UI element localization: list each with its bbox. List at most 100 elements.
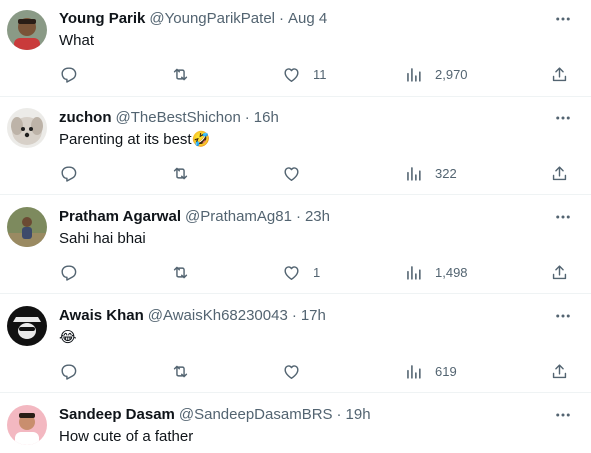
retweet-icon bbox=[173, 266, 188, 278]
avatar[interactable] bbox=[7, 405, 47, 445]
separator-dot: · bbox=[336, 406, 342, 423]
display-name[interactable]: Young Parik bbox=[59, 9, 145, 29]
tweet-reply[interactable]: Awais Khan @AwaisKh68230043 · 17h 😂 619 bbox=[0, 294, 591, 393]
more-icon bbox=[556, 116, 570, 120]
display-name[interactable]: Sandeep Dasam bbox=[59, 405, 175, 425]
retweet-icon bbox=[173, 167, 188, 179]
avatar-image bbox=[7, 207, 47, 247]
user-handle[interactable]: @TheBestShichon bbox=[116, 108, 241, 128]
user-handle[interactable]: @SandeepDasamBRS bbox=[179, 405, 333, 425]
share-icon bbox=[552, 66, 567, 81]
more-button[interactable] bbox=[551, 9, 575, 29]
like-count: 1 bbox=[313, 264, 321, 280]
display-name[interactable]: Awais Khan bbox=[59, 306, 144, 326]
share-button[interactable] bbox=[550, 162, 569, 184]
user-handle[interactable]: @AwaisKh68230043 bbox=[148, 306, 288, 326]
retweet-button[interactable] bbox=[171, 63, 190, 85]
share-button[interactable] bbox=[550, 261, 569, 283]
timestamp[interactable]: 23h bbox=[305, 207, 330, 227]
tweet-header: Pratham Agarwal @PrathamAg81 · 23h bbox=[59, 207, 330, 227]
tweet-text: What bbox=[59, 31, 94, 51]
reply-button[interactable] bbox=[59, 261, 78, 283]
view-count: 2,970 bbox=[435, 66, 468, 82]
timestamp[interactable]: 17h bbox=[301, 306, 326, 326]
tweet-reply[interactable]: Sandeep Dasam @SandeepDasamBRS · 19h How… bbox=[0, 393, 591, 453]
like-button[interactable]: 1 bbox=[282, 261, 320, 283]
action-bar: 1 1,498 bbox=[0, 261, 591, 283]
tweet-text: Parenting at its best🤣 bbox=[59, 130, 210, 150]
tweet-reply[interactable]: Young Parik @YoungParikPatel · Aug 4 Wha… bbox=[0, 0, 591, 97]
action-bar: 619 bbox=[0, 360, 591, 382]
like-icon bbox=[284, 166, 299, 181]
reply-button[interactable] bbox=[59, 63, 78, 85]
user-handle[interactable]: @PrathamAg81 bbox=[185, 207, 292, 227]
separator-dot: · bbox=[291, 307, 297, 324]
tweet-text-content: Sahi hai bhai bbox=[59, 230, 146, 247]
timestamp[interactable]: Aug 4 bbox=[288, 9, 327, 29]
tweet-header: Awais Khan @AwaisKh68230043 · 17h bbox=[59, 306, 326, 326]
views-button[interactable]: 2,970 bbox=[404, 63, 468, 85]
tweet-text-content: What bbox=[59, 32, 95, 49]
share-icon bbox=[552, 165, 567, 180]
timestamp[interactable]: 19h bbox=[346, 405, 371, 425]
avatar-image bbox=[7, 108, 47, 148]
tweet-text-content: Parenting at its best bbox=[59, 131, 192, 148]
tweet-reply[interactable]: zuchon @TheBestShichon · 16h Parenting a… bbox=[0, 97, 591, 195]
like-icon bbox=[284, 265, 299, 280]
views-icon bbox=[407, 166, 421, 181]
reply-icon bbox=[61, 165, 77, 182]
like-button[interactable]: 11 bbox=[282, 63, 327, 85]
retweet-icon bbox=[173, 365, 188, 377]
display-name[interactable]: zuchon bbox=[59, 108, 112, 128]
retweet-icon bbox=[173, 68, 188, 80]
action-bar: 11 2,970 bbox=[0, 63, 591, 85]
separator-dot: · bbox=[295, 208, 301, 225]
reply-feed: Young Parik @YoungParikPatel · Aug 4 Wha… bbox=[0, 0, 591, 453]
more-button[interactable] bbox=[551, 207, 575, 227]
action-bar: 322 bbox=[0, 162, 591, 184]
like-button[interactable] bbox=[282, 360, 301, 382]
tweet-text-content: How cute of a father bbox=[59, 428, 194, 445]
more-button[interactable] bbox=[551, 306, 575, 326]
avatar[interactable] bbox=[7, 10, 47, 50]
retweet-button[interactable] bbox=[171, 162, 190, 184]
timestamp[interactable]: 16h bbox=[254, 108, 279, 128]
display-name[interactable]: Pratham Agarwal bbox=[59, 207, 181, 227]
view-count: 619 bbox=[435, 363, 457, 379]
more-button[interactable] bbox=[551, 108, 575, 128]
reply-icon bbox=[61, 363, 77, 380]
avatar[interactable] bbox=[7, 207, 47, 247]
views-button[interactable]: 1,498 bbox=[404, 261, 468, 283]
avatar[interactable] bbox=[7, 306, 47, 346]
reply-icon bbox=[61, 66, 77, 83]
more-icon bbox=[556, 413, 570, 417]
tweet-reply[interactable]: Pratham Agarwal @PrathamAg81 · 23h Sahi … bbox=[0, 195, 591, 294]
emoji: 😂 bbox=[59, 329, 77, 346]
more-icon bbox=[556, 17, 570, 21]
like-button[interactable] bbox=[282, 162, 301, 184]
share-button[interactable] bbox=[550, 360, 569, 382]
views-icon bbox=[407, 67, 421, 82]
more-button[interactable] bbox=[551, 405, 575, 425]
share-button[interactable] bbox=[550, 63, 569, 85]
share-icon bbox=[552, 363, 567, 378]
avatar-image bbox=[7, 306, 47, 346]
reply-button[interactable] bbox=[59, 360, 78, 382]
views-icon bbox=[407, 265, 421, 280]
more-icon bbox=[556, 215, 570, 219]
tweet-text: 😂 bbox=[59, 328, 77, 348]
like-count: 11 bbox=[313, 66, 327, 82]
user-handle[interactable]: @YoungParikPatel bbox=[149, 9, 275, 29]
more-icon bbox=[556, 314, 570, 318]
avatar[interactable] bbox=[7, 108, 47, 148]
reply-button[interactable] bbox=[59, 162, 78, 184]
retweet-button[interactable] bbox=[171, 261, 190, 283]
retweet-button[interactable] bbox=[171, 360, 190, 382]
views-icon bbox=[407, 364, 421, 379]
views-button[interactable]: 322 bbox=[404, 162, 457, 184]
separator-dot: · bbox=[279, 10, 284, 27]
emoji: 🤣 bbox=[191, 131, 211, 148]
views-button[interactable]: 619 bbox=[404, 360, 457, 382]
like-icon bbox=[284, 67, 299, 82]
tweet-header: Young Parik @YoungParikPatel · Aug 4 bbox=[59, 9, 327, 29]
